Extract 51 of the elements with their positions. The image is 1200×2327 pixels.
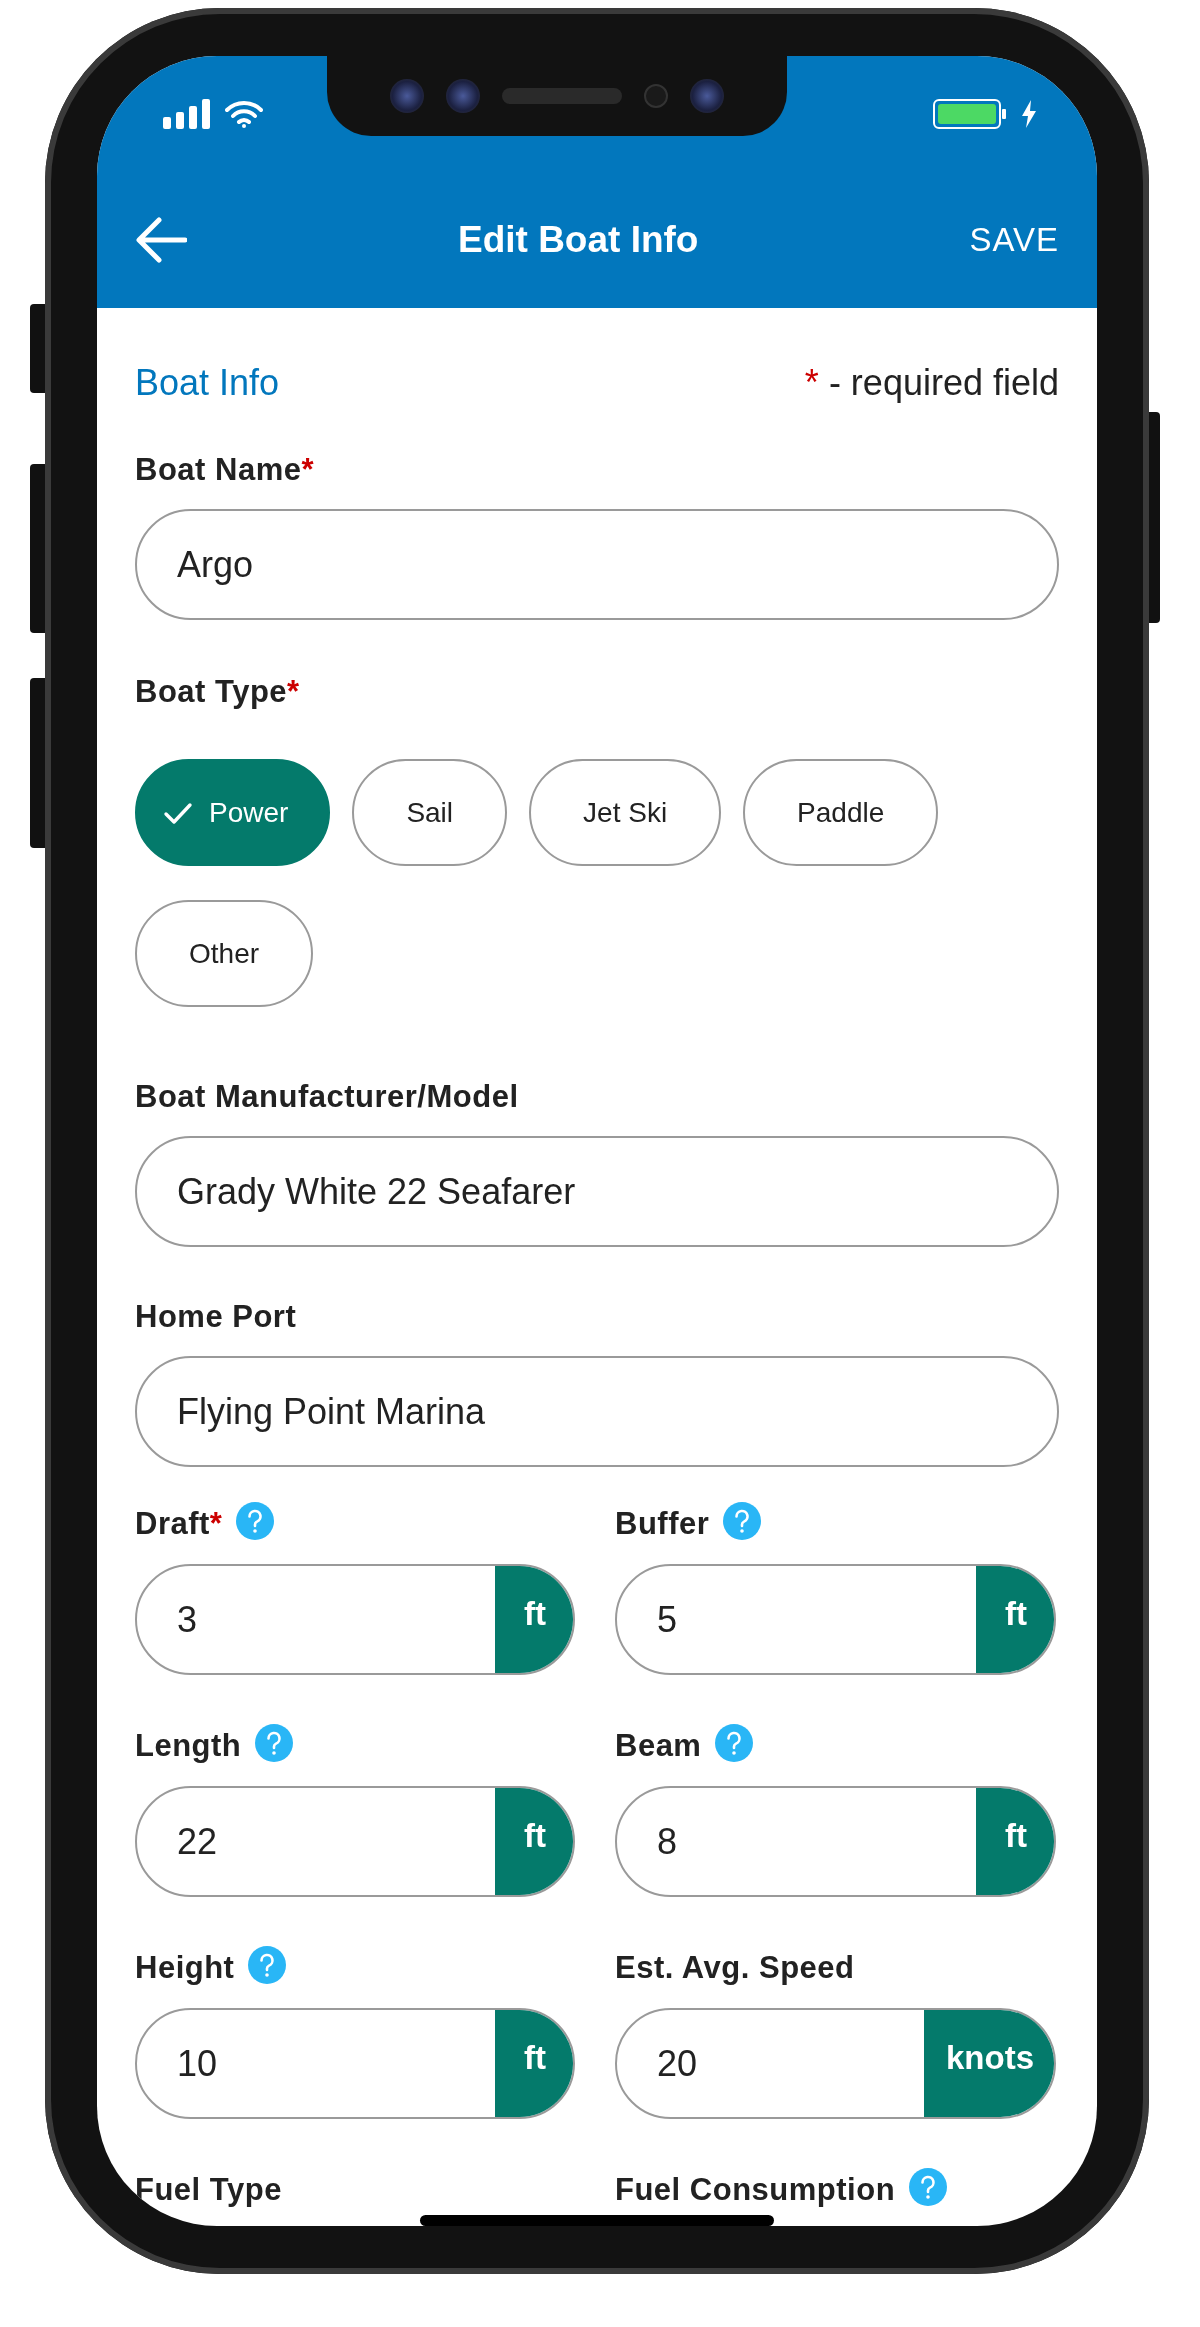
field-label: Draft* (135, 1506, 223, 1542)
help-icon[interactable] (715, 1724, 754, 1762)
measure-field[interactable]: 22 ft (135, 1786, 575, 1897)
boat-type-chip[interactable]: Paddle (743, 759, 939, 866)
measure-field[interactable]: 20 knots (615, 2008, 1056, 2119)
boat-type-chip[interactable]: Other (135, 900, 314, 1007)
field-label: Boat Type* (135, 674, 300, 710)
text-field[interactable]: Grady White 22 Seafarer (135, 1136, 1059, 1247)
required-asterisk: * (209, 1506, 223, 1541)
unit-label: ft (495, 1566, 573, 1673)
unit-label: knots (924, 2010, 1054, 2117)
field-label: Buffer (615, 1506, 710, 1542)
field-label: Est. Avg. Speed (615, 1950, 855, 1986)
field-label: Beam (615, 1728, 702, 1764)
field-label: Length (135, 1728, 242, 1764)
unit-label: ft (495, 1788, 573, 1895)
screen-title: Edit Boat Info (456, 218, 700, 261)
wifi-icon (225, 99, 263, 128)
required-asterisk: * (287, 674, 300, 709)
required-field-note: * - required field (804, 362, 1059, 404)
measure-field[interactable]: 3 ft (135, 1564, 575, 1675)
signal-icon (163, 98, 211, 129)
help-icon[interactable] (236, 1502, 275, 1540)
help-icon[interactable] (723, 1502, 762, 1540)
help-icon[interactable] (255, 1724, 294, 1762)
measure-field[interactable]: 5 ft (615, 1564, 1056, 1675)
boat-type-chip[interactable]: Sail (352, 759, 508, 866)
help-icon[interactable] (909, 2168, 948, 2206)
unit-label: ft (495, 2010, 573, 2117)
measure-field[interactable]: 8 ft (615, 1786, 1056, 1897)
field-label: Height (135, 1950, 235, 1986)
text-field[interactable]: Flying Point Marina (135, 1356, 1059, 1467)
boat-name-field[interactable]: Argo (135, 509, 1059, 620)
measure-field[interactable]: 10 ft (135, 2008, 575, 2119)
unit-label: ft (976, 1788, 1054, 1895)
field-label: Fuel Consumption (615, 2172, 896, 2208)
help-icon[interactable] (248, 1946, 287, 1984)
battery-icon (933, 98, 1007, 129)
unit-label: ft (976, 1566, 1054, 1673)
boat-type-chip[interactable]: Power (135, 759, 331, 866)
field-label: Boat Manufacturer/Model (135, 1079, 519, 1115)
field-label: Fuel Type (135, 2172, 282, 2208)
check-icon (163, 800, 193, 825)
back-arrow-icon[interactable] (135, 216, 187, 263)
charging-bolt-icon (1021, 99, 1037, 128)
required-asterisk: * (301, 452, 314, 487)
field-label: Boat Name* (135, 452, 314, 488)
boat-type-chip[interactable]: Jet Ski (529, 759, 722, 866)
field-label: Home Port (135, 1299, 297, 1335)
save-button[interactable]: SAVE (969, 220, 1059, 259)
section-title: Boat Info (135, 362, 280, 404)
